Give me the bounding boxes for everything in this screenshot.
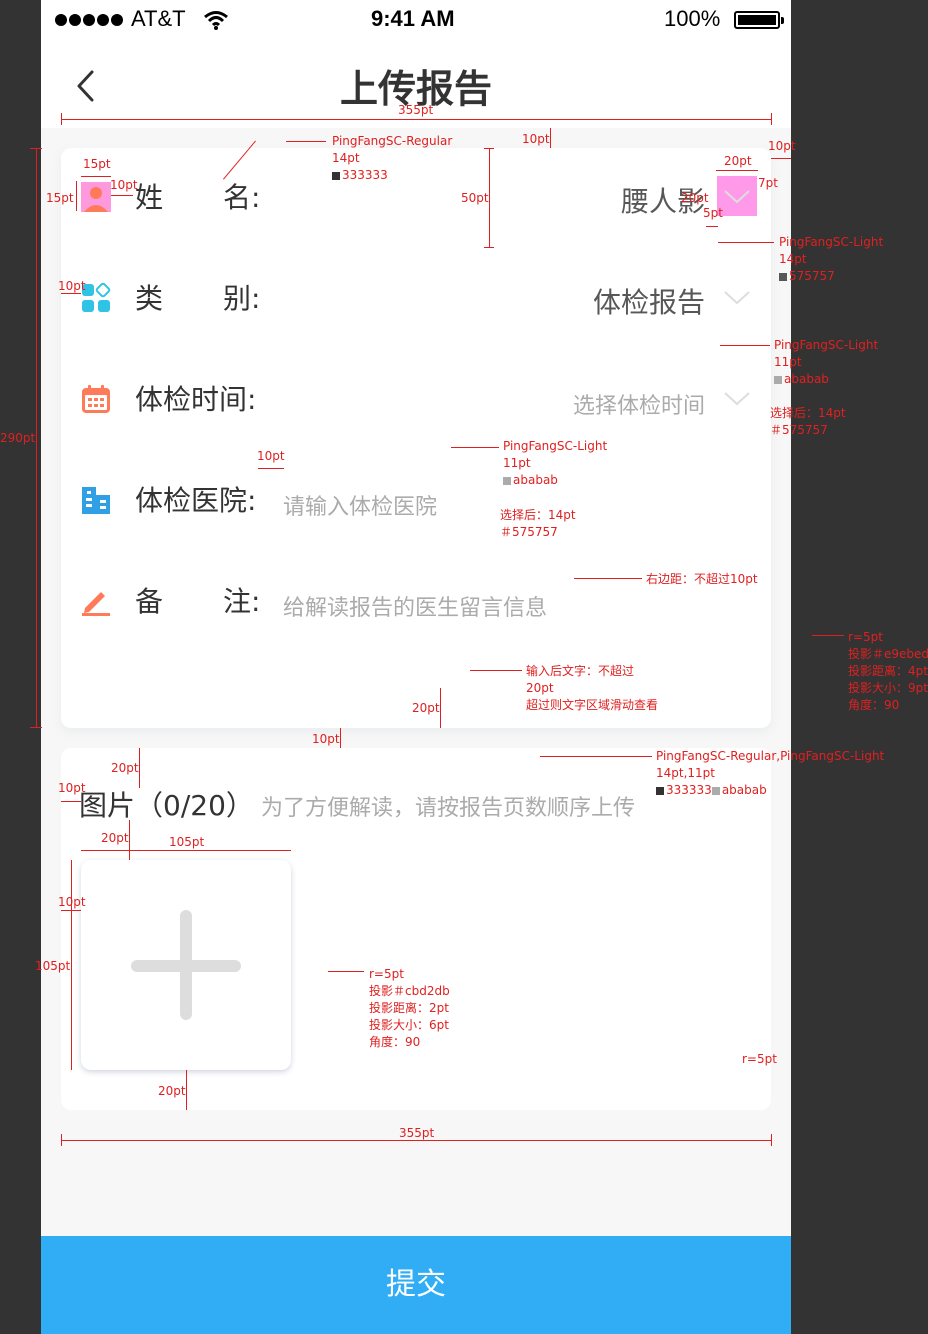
anno-width-bottom: 355pt	[399, 1126, 435, 1140]
hospital-icon	[82, 487, 110, 514]
images-title: 图片（0/20）	[79, 789, 254, 822]
chevron-down-icon[interactable]	[723, 289, 751, 307]
anno-font-light-2: PingFangSC-Light 11pt ababab	[774, 338, 879, 386]
anno-20pt-box: 20pt	[101, 831, 129, 845]
row-hospital[interactable]: 体检医院: 请输入体检医院	[61, 451, 771, 551]
anno-10pt-icon: 10pt	[110, 178, 138, 192]
chevron-down-icon[interactable]	[723, 188, 751, 206]
row-exam-time[interactable]: 体检时间: 选择体检时间	[61, 350, 771, 450]
anno-7pt: 7pt	[758, 176, 778, 190]
anno-after-select-2: 选择后：14pt ＃575757	[500, 508, 576, 539]
remark-label-right: 注:	[223, 585, 261, 618]
anno-10pt-right: 10pt	[768, 139, 796, 153]
anno-right-margin: 右边距：不超过10pt	[646, 572, 758, 586]
battery-icon	[734, 11, 784, 29]
calendar-icon	[82, 385, 110, 413]
anno-after-select-1: 选择后：14pt ＃575757	[770, 406, 846, 437]
status-bar: AT&T 9:41 AM 100%	[41, 0, 791, 40]
row-category[interactable]: 类 别: 体检报告	[61, 249, 771, 349]
category-label-right: 别:	[223, 282, 261, 315]
wifi-icon	[204, 11, 228, 30]
anno-card-style: r=5pt 投影＃e9ebed 投影距离：4pt 投影大小：9pt 角度：90	[848, 630, 928, 712]
hospital-input[interactable]: 请输入体检医院	[283, 489, 437, 521]
anno-20pt-img: 20pt	[111, 761, 139, 775]
anno-20pt-chev: 20pt	[724, 154, 752, 168]
anno-20pt-bottom: 20pt	[412, 701, 440, 715]
user-icon	[81, 182, 111, 212]
anno-img-card-r: r=5pt	[742, 1052, 777, 1066]
hospital-label: 体检医院:	[135, 484, 257, 517]
signal-icon	[55, 14, 123, 26]
left-margin	[0, 0, 41, 1334]
anno-15pt-h: 15pt	[46, 191, 74, 205]
clock: 9:41 AM	[371, 6, 455, 31]
anno-font-img: PingFangSC-Regular,PingFangSC-Light 14pt…	[656, 749, 885, 797]
anno-290pt: 290pt	[0, 431, 36, 445]
chevron-down-icon[interactable]	[723, 390, 751, 408]
name-label-right: 名:	[223, 181, 261, 214]
anno-50pt: 50pt	[461, 191, 489, 205]
battery-percent: 100%	[664, 6, 721, 31]
category-label-left: 类	[135, 282, 164, 315]
exam-time-label: 体检时间:	[135, 383, 257, 416]
anno-15pt-w: 15pt	[83, 157, 111, 171]
form-card: 姓 名: 腰人影 类 别: 体检报告 体检时间: 选择体检时间 体检医院: 请输…	[61, 148, 771, 728]
anno-105pt-w: 105pt	[169, 835, 205, 849]
carrier: AT&T	[131, 6, 186, 31]
remark-label-left: 备	[135, 585, 164, 618]
anno-5pt: 5pt	[703, 206, 723, 220]
anno-box-style: r=5pt 投影＃cbd2db 投影距离：2pt 投影大小：6pt 角度：90	[369, 967, 450, 1049]
submit-button[interactable]: 提交	[41, 1236, 791, 1334]
exam-time-placeholder: 选择体检时间	[572, 394, 705, 419]
remark-input[interactable]: 给解读报告的医生留言信息	[283, 590, 547, 622]
anno-width-top: 355pt	[398, 103, 434, 117]
row-remark[interactable]: 备 注: 给解读报告的医生留言信息	[61, 552, 771, 652]
anno-input-after: 输入后文字：不超过 20pt 超过则文字区域滑动查看	[526, 664, 659, 712]
anno-10pt-left: 10pt	[58, 279, 86, 293]
anno-10pt-hospital: 10pt	[257, 449, 285, 463]
pencil-icon	[82, 592, 110, 616]
images-hint: 为了方便解读，请按报告页数顺序上传	[261, 796, 636, 821]
anno-font-regular: PingFangSC-Regular 14pt 333333	[332, 134, 453, 182]
anno-font-light-3: PingFangSC-Light 11pt ababab	[503, 439, 608, 487]
anno-font-light-1: PingFangSC-Light 14pt 575757	[779, 235, 884, 283]
anno-10pt-img-left: 10pt	[58, 781, 86, 795]
add-image-button[interactable]	[81, 860, 291, 1070]
anno-105pt-h: 105pt	[35, 959, 71, 973]
anno-10pt-gap: 10pt	[312, 732, 340, 746]
plus-icon-vertical	[180, 910, 192, 1020]
name-label-left: 姓	[135, 181, 164, 214]
anno-10pt-top: 10pt	[522, 132, 550, 146]
anno-20pt-box-bottom: 20pt	[158, 1084, 186, 1098]
images-card: 图片（0/20） 为了方便解读，请按报告页数顺序上传	[61, 748, 771, 1110]
category-value: 体检报告	[592, 286, 705, 319]
